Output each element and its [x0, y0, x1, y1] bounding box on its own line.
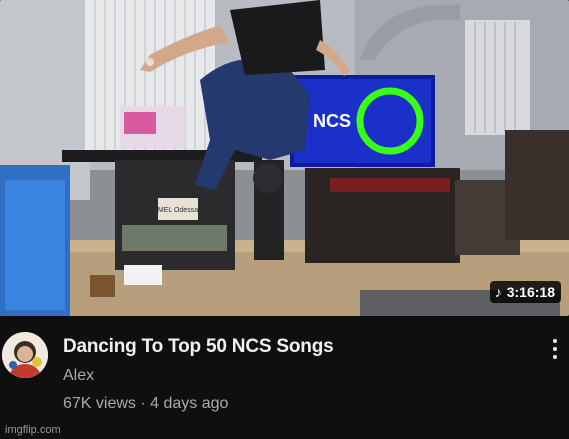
more-vertical-icon[interactable]: [545, 337, 565, 361]
duration-badge: ♪ 3:16:18: [489, 281, 561, 303]
upload-age: 4 days ago: [150, 395, 229, 412]
music-note-icon: ♪: [494, 284, 502, 300]
video-meta: 67K views · 4 days ago: [63, 395, 228, 413]
channel-name[interactable]: Alex: [63, 367, 94, 385]
book-label: MEL Odessa: [158, 207, 198, 214]
view-count: 67K views: [63, 395, 136, 412]
avatar-image: [2, 332, 48, 378]
avatar[interactable]: [2, 332, 48, 378]
watermark: imgflip.com: [5, 424, 61, 436]
tv-ncs-text: NCS: [313, 111, 351, 131]
meta-separator: ·: [140, 395, 146, 412]
video-title[interactable]: Dancing To Top 50 NCS Songs: [63, 336, 334, 358]
duration-text: 3:16:18: [506, 284, 555, 300]
video-thumbnail[interactable]: MEL Odessa NCS ♪ 3:16:18: [0, 0, 569, 316]
thumbnail-image: MEL Odessa NCS: [0, 0, 569, 316]
video-details: Dancing To Top 50 NCS Songs Alex 67K vie…: [0, 316, 569, 439]
